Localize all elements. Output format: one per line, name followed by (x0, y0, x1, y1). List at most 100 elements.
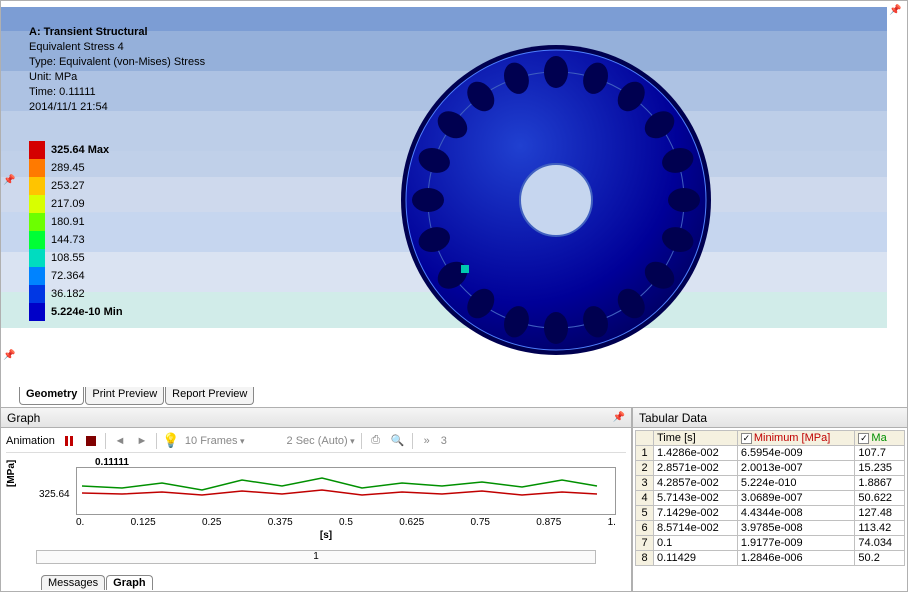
checkbox-icon[interactable]: ✓ (741, 433, 752, 444)
legend-label: 253.27 (51, 180, 85, 192)
result-time: Time: 0.11111 (29, 85, 205, 100)
tool-icon[interactable]: ⎙ (368, 433, 384, 449)
cell-time[interactable]: 5.7143e-002 (654, 491, 738, 506)
legend-item: 253.27 (29, 177, 123, 195)
stop-button[interactable] (83, 433, 99, 449)
cell-min[interactable]: 2.0013e-007 (737, 461, 855, 476)
legend-item: 144.73 (29, 231, 123, 249)
legend-item: 36.182 (29, 285, 123, 303)
viewport-3d[interactable]: 📌 📌 📌 A: Transient Structural Equivalent… (0, 0, 908, 408)
table-row[interactable]: 3 4.2857e-002 5.224e-010 1.8867 (636, 476, 905, 491)
cell-min[interactable]: 1.2846e-006 (737, 551, 855, 566)
cell-min[interactable]: 3.9785e-008 (737, 521, 855, 536)
y-axis-label: [MPa] (6, 460, 17, 487)
cell-max[interactable]: 107.7 (855, 446, 905, 461)
cell-min[interactable]: 6.5954e-009 (737, 446, 855, 461)
table-row[interactable]: 5 7.1429e-002 4.4344e-008 127.48 (636, 506, 905, 521)
table-row[interactable]: 4 5.7143e-002 3.0689e-007 50.622 (636, 491, 905, 506)
cell-time[interactable]: 1.4286e-002 (654, 446, 738, 461)
x-tick: 0.125 (131, 517, 156, 528)
pin-icon[interactable]: 📌 (3, 175, 15, 187)
cell-max[interactable]: 1.8867 (855, 476, 905, 491)
row-number: 6 (636, 521, 654, 536)
x-tick: 0.625 (399, 517, 424, 528)
time-slider[interactable]: 1 (36, 550, 596, 564)
cell-min[interactable]: 5.224e-010 (737, 476, 855, 491)
cell-time[interactable]: 0.11429 (654, 551, 738, 566)
animation-label: Animation (6, 435, 55, 447)
x-tick: 0.875 (536, 517, 561, 528)
cell-max[interactable]: 50.2 (855, 551, 905, 566)
table-corner (636, 431, 654, 446)
col-minimum[interactable]: ✓Minimum [MPa] (737, 431, 855, 446)
table-row[interactable]: 1 1.4286e-002 6.5954e-009 107.7 (636, 446, 905, 461)
duration-select[interactable]: 2 Sec (Auto) (287, 435, 355, 447)
row-number: 5 (636, 506, 654, 521)
analysis-title: A: Transient Structural (29, 25, 205, 40)
tab-graph[interactable]: Graph (106, 575, 152, 590)
tab-geometry[interactable]: Geometry (19, 387, 84, 405)
result-info: A: Transient Structural Equivalent Stres… (29, 25, 205, 115)
cell-max[interactable]: 127.48 (855, 506, 905, 521)
y-max-tick: 325.64 (39, 489, 70, 500)
view-tabs: Geometry Print Preview Report Preview (19, 387, 255, 405)
overflow-icon[interactable]: » (419, 433, 435, 449)
cell-max[interactable]: 113.42 (855, 521, 905, 536)
cell-min[interactable]: 4.4344e-008 (737, 506, 855, 521)
next-frame-button[interactable]: ► (134, 433, 150, 449)
col-maximum[interactable]: ✓Ma (855, 431, 905, 446)
table-row[interactable]: 6 8.5714e-002 3.9785e-008 113.42 (636, 521, 905, 536)
cell-min[interactable]: 3.0689e-007 (737, 491, 855, 506)
x-axis-label: [s] (36, 530, 616, 541)
cell-time[interactable]: 4.2857e-002 (654, 476, 738, 491)
pin-icon[interactable]: 📌 (613, 412, 625, 423)
legend-swatch (29, 231, 45, 249)
result-name: Equivalent Stress 4 (29, 40, 205, 55)
col-time[interactable]: Time [s] (654, 431, 738, 446)
x-tick: 1. (608, 517, 616, 528)
table-row[interactable]: 7 0.1 1.9177e-009 74.034 (636, 536, 905, 551)
pause-button[interactable] (61, 433, 77, 449)
cell-time[interactable]: 0.1 (654, 536, 738, 551)
cell-time[interactable]: 2.8571e-002 (654, 461, 738, 476)
distributed-icon[interactable]: 💡 (163, 433, 179, 449)
graph-panel: Graph 📌 Animation ◄ ► 💡 10 Frames 2 Sec … (0, 408, 632, 592)
cell-max[interactable]: 74.034 (855, 536, 905, 551)
row-number: 7 (636, 536, 654, 551)
cell-min[interactable]: 1.9177e-009 (737, 536, 855, 551)
pin-icon[interactable]: 📌 (3, 350, 15, 362)
row-number: 8 (636, 551, 654, 566)
frames-select[interactable]: 10 Frames (185, 435, 245, 447)
x-tick: 0.75 (471, 517, 490, 528)
checkbox-icon[interactable]: ✓ (858, 433, 869, 444)
cell-time[interactable]: 8.5714e-002 (654, 521, 738, 536)
chart-lines (77, 468, 615, 514)
legend-swatch (29, 159, 45, 177)
graph-chart[interactable]: [MPa] 325.64 0.11111 0.0.1250.250.3750.5… (36, 467, 616, 547)
legend-label: 108.55 (51, 252, 85, 264)
row-number: 3 (636, 476, 654, 491)
data-table[interactable]: Time [s] ✓Minimum [MPa] ✓Ma 1 1.4286e-00… (635, 430, 905, 566)
legend-swatch (29, 177, 45, 195)
tabular-data-panel: Tabular Data Time [s] ✓Minimum [MPa] ✓Ma… (632, 408, 908, 592)
tab-print-preview[interactable]: Print Preview (85, 387, 164, 405)
legend-swatch (29, 267, 45, 285)
cell-time[interactable]: 7.1429e-002 (654, 506, 738, 521)
legend-item: 217.09 (29, 195, 123, 213)
result-unit: Unit: MPa (29, 70, 205, 85)
cell-max[interactable]: 15.235 (855, 461, 905, 476)
legend-label: 144.73 (51, 234, 85, 246)
result-date: 2014/11/1 21:54 (29, 100, 205, 115)
tab-report-preview[interactable]: Report Preview (165, 387, 254, 405)
zoom-icon[interactable]: 🔍 (390, 433, 406, 449)
prev-frame-button[interactable]: ◄ (112, 433, 128, 449)
tab-messages[interactable]: Messages (41, 575, 105, 590)
x-tick: 0.375 (268, 517, 293, 528)
table-row[interactable]: 2 2.8571e-002 2.0013e-007 15.235 (636, 461, 905, 476)
legend-swatch (29, 195, 45, 213)
table-row[interactable]: 8 0.11429 1.2846e-006 50.2 (636, 551, 905, 566)
legend-item: 72.364 (29, 267, 123, 285)
pin-icon[interactable]: 📌 (889, 5, 901, 17)
cell-max[interactable]: 50.622 (855, 491, 905, 506)
legend-item: 180.91 (29, 213, 123, 231)
